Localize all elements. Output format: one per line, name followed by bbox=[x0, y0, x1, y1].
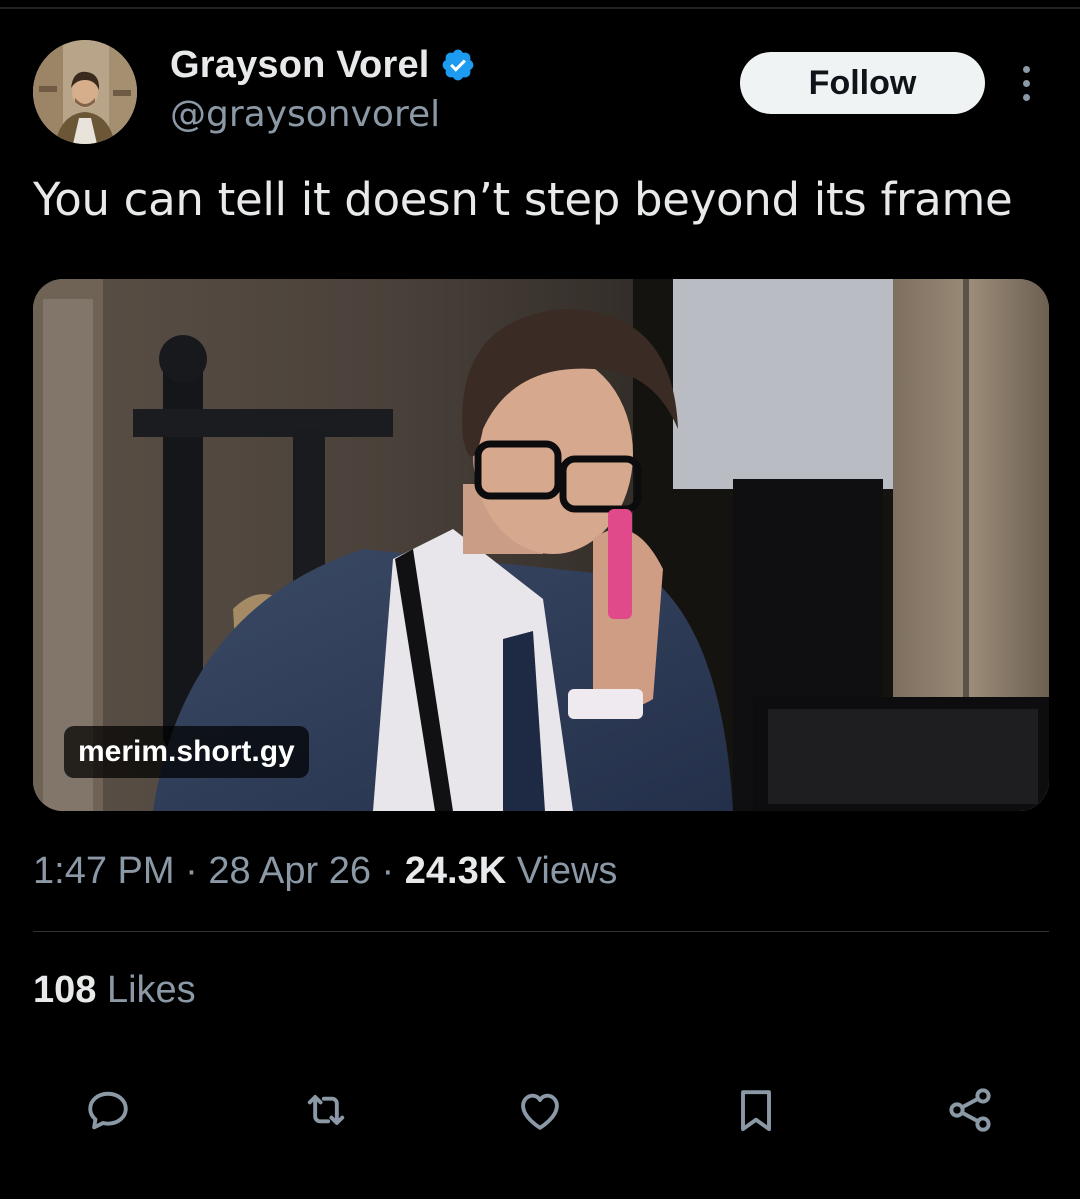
retweet-icon bbox=[307, 1095, 345, 1125]
like-icon bbox=[521, 1093, 559, 1130]
views-count[interactable]: 24.3K bbox=[405, 850, 506, 892]
media-link-label[interactable]: merim.short.gy bbox=[64, 726, 309, 778]
like-button[interactable] bbox=[510, 1080, 570, 1140]
reply-button[interactable] bbox=[78, 1080, 138, 1140]
reply-icon bbox=[88, 1091, 128, 1130]
verified-badge-icon bbox=[442, 49, 473, 81]
tweet-detail: Grayson Vorel @graysonvorel Follow You c… bbox=[0, 0, 1080, 1199]
retweet-button[interactable] bbox=[296, 1080, 356, 1140]
tweet-text: You can tell it doesn’t step beyond its … bbox=[33, 173, 1013, 226]
author-handle[interactable]: @graysonvorel bbox=[170, 94, 440, 135]
more-dot bbox=[1022, 79, 1030, 87]
meta-separator: · bbox=[174, 850, 209, 892]
avatar[interactable] bbox=[33, 40, 137, 144]
more-dot bbox=[1022, 93, 1030, 101]
bookmark-button[interactable] bbox=[726, 1080, 786, 1140]
share-button[interactable] bbox=[940, 1080, 1000, 1140]
views-label: Views bbox=[506, 850, 618, 892]
likes-stat[interactable]: 108 Likes bbox=[33, 969, 196, 1012]
more-dot bbox=[1022, 65, 1030, 73]
follow-button[interactable]: Follow bbox=[740, 52, 985, 114]
likes-label: Likes bbox=[96, 969, 196, 1011]
meta-separator: · bbox=[371, 850, 405, 892]
author-name-row: Grayson Vorel bbox=[170, 42, 476, 88]
stats-divider bbox=[33, 931, 1049, 932]
tweet-time[interactable]: 1:47 PM bbox=[33, 850, 175, 892]
tweet-meta: 1:47 PM · 28 Apr 26 · 24.3K Views bbox=[33, 850, 617, 893]
tweet-media-image[interactable]: merim.short.gy bbox=[33, 279, 1049, 811]
tweet-date[interactable]: 28 Apr 26 bbox=[208, 850, 371, 892]
bookmark-icon bbox=[741, 1090, 771, 1132]
share-icon bbox=[949, 1088, 991, 1132]
avatar-image bbox=[33, 40, 137, 144]
more-options-icon[interactable] bbox=[1006, 60, 1046, 106]
likes-count: 108 bbox=[33, 969, 97, 1011]
author-display-name[interactable]: Grayson Vorel bbox=[170, 44, 430, 87]
